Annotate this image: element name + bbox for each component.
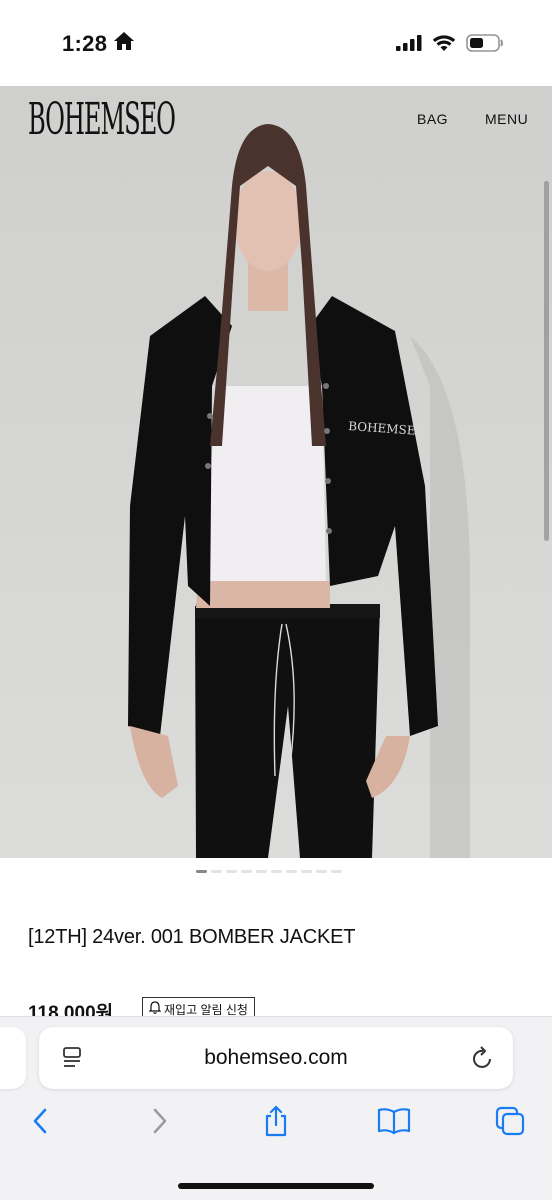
carousel-dot[interactable] (286, 870, 297, 873)
restock-label: 재입고 알림 신청 (164, 1002, 248, 1017)
signal-icon (396, 35, 422, 56)
nav-bag-link[interactable]: BAG (417, 111, 448, 127)
bell-icon (148, 1001, 162, 1017)
previous-tab-peek[interactable] (0, 1027, 26, 1089)
status-bar: 1:28 (0, 0, 552, 86)
carousel-dot[interactable] (196, 870, 207, 873)
forward-icon (152, 1107, 168, 1140)
status-time: 1:28 (62, 31, 135, 57)
bookmarks-icon (377, 1107, 411, 1140)
carousel-dot[interactable] (226, 870, 237, 873)
carousel-dot[interactable] (241, 870, 252, 873)
tabs-button[interactable] (490, 1105, 530, 1141)
share-icon (262, 1105, 290, 1142)
status-indicators (396, 34, 504, 57)
model-photo: BOHEMSEO (0, 86, 552, 858)
forward-button[interactable] (140, 1105, 180, 1141)
tabs-icon (494, 1105, 526, 1142)
wifi-icon (432, 34, 456, 57)
clock-text: 1:28 (62, 31, 108, 56)
url-text[interactable]: bohemseo.com (39, 1046, 513, 1070)
scrollbar-thumb[interactable] (544, 181, 549, 541)
share-button[interactable] (256, 1105, 296, 1141)
back-button[interactable] (20, 1105, 60, 1141)
site-logo[interactable]: BOHEMSEO (28, 92, 176, 148)
battery-icon (466, 34, 504, 57)
bookmarks-button[interactable] (374, 1105, 414, 1141)
back-icon (32, 1107, 48, 1140)
product-hero-image[interactable]: BOHEMSEO BOHEMSEO BAG MENU (0, 86, 552, 858)
address-bar[interactable]: bohemseo.com (39, 1027, 513, 1089)
carousel-dot[interactable] (331, 870, 342, 873)
reload-icon[interactable] (471, 1045, 495, 1076)
nav-menu-link[interactable]: MENU (485, 111, 528, 127)
carousel-indicator (196, 870, 342, 873)
product-title: [12TH] 24ver. 001 BOMBER JACKET (28, 926, 356, 948)
carousel-dot[interactable] (301, 870, 312, 873)
carousel-dot[interactable] (211, 870, 222, 873)
home-icon (113, 31, 135, 57)
carousel-dot[interactable] (316, 870, 327, 873)
home-indicator[interactable] (178, 1183, 374, 1189)
carousel-dot[interactable] (271, 870, 282, 873)
carousel-dot[interactable] (256, 870, 267, 873)
